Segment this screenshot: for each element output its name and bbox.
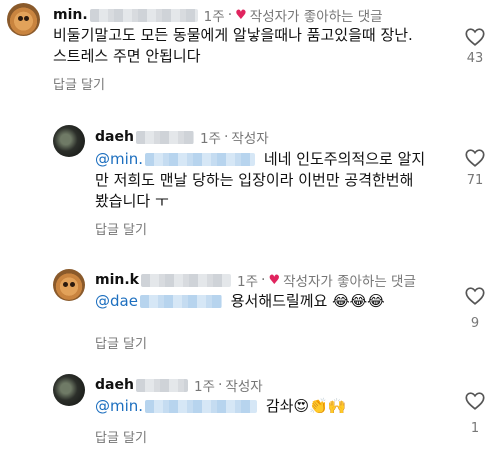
mention-link[interactable]: @min. bbox=[95, 397, 143, 415]
comment-item: min.k 1주 · ♥ 작성자가 좋아하는 댓글 @dae 용서해드릴께요 😂… bbox=[0, 260, 500, 360]
avatar[interactable] bbox=[53, 125, 85, 157]
redacted-username bbox=[140, 273, 231, 287]
comment-time: 1주 bbox=[199, 131, 221, 147]
username[interactable]: min. bbox=[53, 7, 88, 23]
comment-text: 비둘기말고도 모든 동물에게 알낳을때나 품고있을때 장난. 스트레스 주면 안… bbox=[53, 26, 413, 65]
avatar[interactable] bbox=[7, 3, 40, 36]
redacted-username bbox=[135, 378, 188, 392]
like-count: 71 bbox=[466, 173, 484, 188]
comment-time: 1주 bbox=[203, 9, 225, 25]
like-count: 1 bbox=[470, 421, 480, 436]
author-liked-badge: 작성자가 좋아하는 댓글 bbox=[283, 274, 416, 290]
reply-button[interactable]: 답글 달기 bbox=[95, 333, 147, 352]
redacted-mention bbox=[145, 400, 258, 413]
comment-text: @dae 용서해드릴께요 😂😂😂 bbox=[95, 292, 385, 310]
reply-button[interactable]: 답글 달기 bbox=[53, 74, 105, 93]
heart-outline-icon[interactable] bbox=[464, 147, 486, 169]
reply-button[interactable]: 답글 달기 bbox=[95, 427, 147, 446]
redacted-username bbox=[89, 8, 198, 22]
reply-button[interactable]: 답글 달기 bbox=[95, 219, 147, 238]
comment-item: daeh 1주 · 작성자 @min. 네네 인도주의적으로 알지 만 저희도 … bbox=[0, 115, 500, 245]
comment-item: min. 1주 · ♥ 작성자가 좋아하는 댓글 비둘기말고도 모든 동물에게 … bbox=[0, 0, 500, 100]
comment-text: @min. 감솨😍👏🙌 bbox=[95, 397, 347, 415]
comment-text: @min. 네네 인도주의적으로 알지 만 저희도 맨날 당하는 입장이라 이번… bbox=[95, 150, 426, 210]
heart-outline-icon[interactable] bbox=[464, 285, 486, 307]
comment-time: 1주 bbox=[193, 379, 215, 395]
avatar[interactable] bbox=[53, 374, 85, 406]
comment-item: daeh 1주 · 작성자 @min. 감솨😍👏🙌 답글 달기 1 bbox=[0, 365, 500, 454]
like-count: 43 bbox=[466, 51, 484, 66]
heart-outline-icon[interactable] bbox=[464, 390, 486, 412]
comment-time: 1주 bbox=[236, 274, 258, 290]
username[interactable]: min.k bbox=[95, 272, 139, 288]
avatar[interactable] bbox=[53, 269, 85, 301]
username[interactable]: daeh bbox=[95, 377, 134, 393]
heart-icon: ♥ bbox=[235, 7, 247, 23]
mention-link[interactable]: @dae bbox=[95, 292, 138, 310]
redacted-username bbox=[135, 130, 194, 144]
mention-link[interactable]: @min. bbox=[95, 150, 143, 168]
author-badge: 작성자 bbox=[231, 131, 269, 147]
redacted-mention bbox=[139, 295, 222, 308]
heart-outline-icon[interactable] bbox=[464, 26, 486, 48]
redacted-mention bbox=[145, 153, 256, 166]
author-badge: 작성자 bbox=[225, 379, 263, 395]
heart-icon: ♥ bbox=[268, 272, 281, 288]
author-liked-badge: 작성자가 좋아하는 댓글 bbox=[249, 9, 383, 25]
like-count: 9 bbox=[470, 316, 480, 331]
username[interactable]: daeh bbox=[95, 129, 134, 145]
